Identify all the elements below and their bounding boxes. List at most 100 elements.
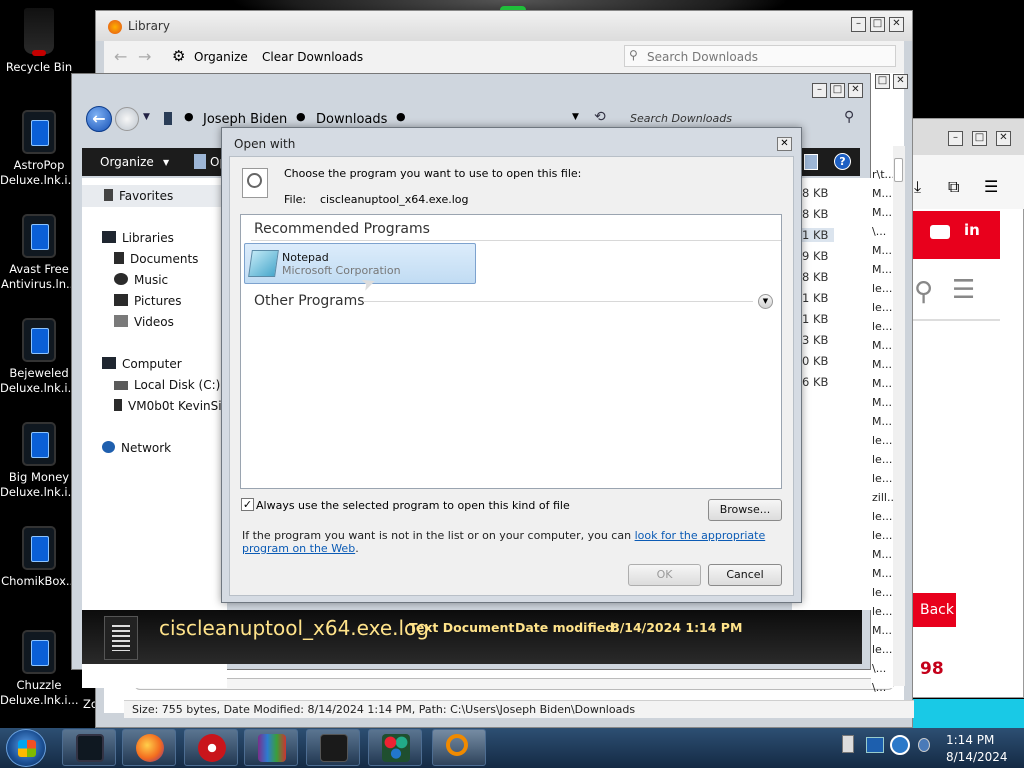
preview-pane-icon[interactable]	[804, 154, 818, 170]
organize-menu[interactable]: Organize	[194, 50, 248, 64]
desktop-icon-chuzzle[interactable]: Chuzzle Deluxe.lnk.i...	[0, 630, 79, 708]
cancel-button[interactable]: Cancel	[708, 564, 782, 586]
file-size-cell: 1 KB	[802, 312, 829, 326]
hamburger-icon[interactable]: ☰	[952, 275, 975, 305]
nav-favorites[interactable]: Favorites	[104, 189, 173, 203]
list-strip-item: M...	[872, 206, 892, 219]
list-strip-item: le...	[872, 301, 893, 314]
details-type: Text Document	[409, 620, 515, 635]
program-list[interactable]: Recommended Programs Notepad Microsoft C…	[240, 214, 782, 489]
expand-chevron-icon[interactable]: ▼	[758, 294, 773, 309]
start-button[interactable]	[6, 729, 46, 767]
vertical-scrollbar[interactable]	[893, 146, 905, 686]
taskbar-app-explorer[interactable]	[62, 729, 116, 766]
explorer-search-placeholder[interactable]: Search Downloads	[630, 112, 732, 125]
text-document-icon	[104, 616, 138, 660]
youtube-icon[interactable]	[930, 225, 950, 239]
close-icon[interactable]: ✕	[777, 137, 792, 151]
desktop-icon-astropop[interactable]: AstroPop Deluxe.lnk.i...	[0, 110, 79, 188]
forward-arrow-icon[interactable]	[115, 107, 139, 131]
desktop-icon-chomikbox[interactable]: ChomikBox...	[0, 526, 78, 589]
linkedin-icon[interactable]: in	[964, 221, 980, 239]
browse-button[interactable]: Browse...	[708, 499, 782, 521]
tray-network-icon[interactable]	[866, 737, 884, 753]
nav-libraries[interactable]: Libraries	[102, 231, 174, 245]
taskbar-app-search[interactable]	[432, 729, 486, 766]
close-icon[interactable]: ✕	[848, 83, 863, 98]
folder-icon	[164, 112, 172, 125]
clear-downloads-button[interactable]: Clear Downloads	[262, 50, 363, 64]
tray-device-icon[interactable]	[842, 735, 854, 753]
breadcrumb-item[interactable]: Joseph Biden	[203, 112, 287, 127]
refresh-icon[interactable]: ⟲	[594, 109, 606, 125]
firefox-icon	[108, 20, 122, 34]
menu-icon[interactable]: ☰	[984, 177, 998, 196]
list-strip-item: M...	[872, 244, 892, 257]
maximize-icon[interactable]: □	[830, 83, 845, 98]
social-banner: in	[906, 211, 1000, 259]
cyan-strip	[906, 699, 1024, 729]
clock-date[interactable]: 8/14/2024	[946, 750, 1008, 764]
taskbar-app-solitaire[interactable]	[368, 729, 422, 766]
minimize-icon[interactable]: –	[812, 83, 827, 98]
extensions-icon[interactable]: ⧉	[948, 177, 959, 197]
desktop-icon-label: AstroPop Deluxe.lnk.i...	[0, 158, 79, 187]
nav-music[interactable]: Music	[114, 273, 168, 287]
close-icon[interactable]: ✕	[996, 131, 1011, 146]
close-icon[interactable]: ✕	[889, 17, 904, 32]
help-icon[interactable]: ?	[834, 153, 851, 170]
file-size-cell: 1 KB	[802, 291, 829, 305]
list-strip-item: \...	[872, 681, 887, 694]
close-icon[interactable]: ✕	[893, 74, 908, 89]
desktop-icon-big-money[interactable]: Big Money Deluxe.lnk.i...	[0, 422, 79, 500]
back-arrow-icon[interactable]: ←	[114, 47, 127, 66]
desktop-icon-recycle-bin[interactable]: Recycle Bin	[0, 8, 78, 75]
forward-arrow-icon[interactable]: →	[138, 47, 151, 66]
back-arrow-icon[interactable]: ←	[86, 106, 112, 132]
search-icon[interactable]: ⚲	[914, 277, 933, 307]
nav-label: VM0b0t KevinSite	[128, 399, 234, 413]
back-button[interactable]: Back	[906, 593, 956, 627]
maximize-icon[interactable]: □	[870, 17, 885, 32]
organize-button[interactable]: Organize	[100, 155, 154, 169]
help-text: If the program you want is not in the li…	[242, 529, 632, 542]
instruction-text: Choose the program you want to use to op…	[284, 167, 582, 180]
always-use-checkbox[interactable]: ✓	[241, 498, 254, 511]
tray-volume-icon[interactable]	[918, 738, 930, 752]
winrar-icon	[258, 734, 286, 762]
documents-icon	[114, 252, 124, 264]
taskbar-app-avast[interactable]	[184, 729, 238, 766]
address-dropdown-icon[interactable]: ▼	[572, 112, 579, 122]
desktop-icon-avast[interactable]: Avast Free Antivirus.ln...	[0, 214, 78, 292]
minimize-icon[interactable]: –	[948, 131, 963, 146]
ok-button[interactable]: OK	[628, 564, 701, 586]
videos-icon	[114, 315, 128, 327]
maximize-icon[interactable]: □	[875, 74, 890, 89]
nav-computer[interactable]: Computer	[102, 357, 182, 371]
nav-pictures[interactable]: Pictures	[114, 294, 182, 308]
desktop-icon-bejeweled[interactable]: Bejeweled Deluxe.lnk.i...	[0, 318, 79, 396]
tray-security-icon[interactable]	[890, 735, 910, 755]
nav-videos[interactable]: Videos	[114, 315, 174, 329]
scrollbar-thumb[interactable]	[894, 158, 903, 182]
download-icon[interactable]: ⤓	[914, 177, 921, 197]
minimize-icon[interactable]: –	[851, 17, 866, 32]
nav-network[interactable]: Network	[102, 441, 171, 455]
app-shortcut-icon	[22, 630, 56, 674]
list-strip-item: le...	[872, 510, 893, 523]
nav-vm[interactable]: VM0b0t KevinSite	[114, 399, 234, 413]
nav-local-disk[interactable]: Local Disk (C:)	[114, 378, 220, 392]
list-strip-item: \...	[872, 225, 887, 238]
maximize-icon[interactable]: □	[972, 131, 987, 146]
nav-documents[interactable]: Documents	[114, 252, 198, 266]
chevron-down-icon[interactable]: ▼	[143, 112, 150, 122]
clock-time[interactable]: 1:14 PM	[946, 733, 994, 747]
search-icon[interactable]: ⚲	[844, 109, 854, 125]
taskbar-app-computer[interactable]	[306, 729, 360, 766]
taskbar-app-winrar[interactable]	[244, 729, 298, 766]
horizontal-scrollbar[interactable]	[134, 678, 894, 690]
file-size-cell: 8 KB	[802, 270, 829, 284]
taskbar-app-firefox[interactable]	[122, 729, 176, 766]
breadcrumb-item[interactable]: Downloads	[316, 112, 387, 127]
library-search-input[interactable]: ⚲ Search Downloads	[624, 45, 896, 67]
